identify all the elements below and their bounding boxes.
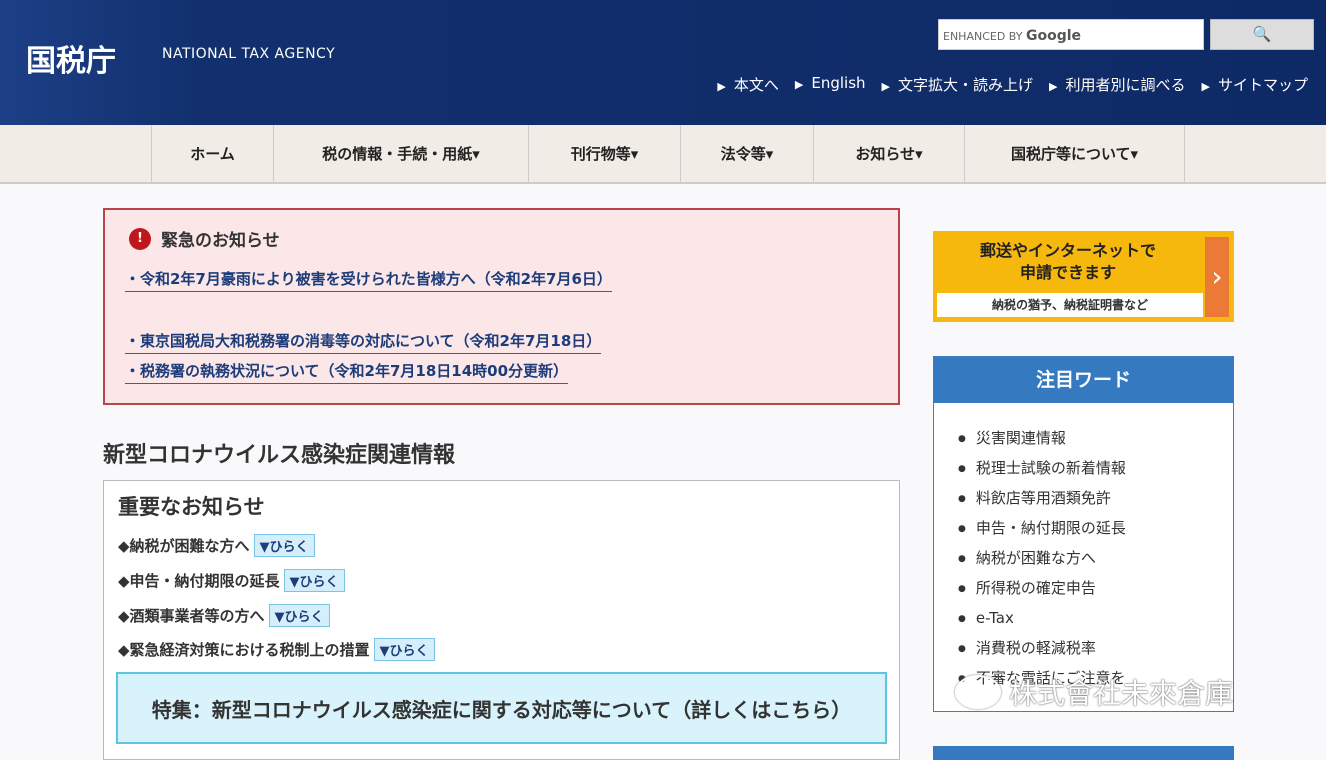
site-logo-en: NATIONAL TAX AGENCY: [162, 46, 335, 62]
nav-tax-info[interactable]: 税の情報・手続・用紙▾: [273, 125, 528, 182]
utility-links: ▶本文へ ▶English ▶文字拡大・読み上げ ▶利用者別に調べる ▶サイトマ…: [717, 74, 1308, 95]
main-nav: ホーム 税の情報・手続・用紙▾ 刊行物等▾ 法令等▾ お知らせ▾ 国税庁等につい…: [0, 125, 1326, 184]
expand-button[interactable]: ▼ひらく: [284, 569, 345, 592]
nav-publications[interactable]: 刊行物等▾: [528, 125, 680, 182]
alert-title: 緊急のお知らせ: [161, 226, 280, 251]
wechat-icon: [955, 675, 1001, 709]
word-link[interactable]: 料飲店等用酒類免許: [958, 483, 1233, 513]
feature-link[interactable]: 特集：新型コロナウイルス感染症に関する対応等について（詳しくはこちら）: [116, 672, 887, 744]
notice-item: ◆申告・納付期限の延長: [118, 570, 280, 591]
nav-about[interactable]: 国税庁等について▾: [964, 125, 1185, 182]
site-header: 国税庁 NATIONAL TAX AGENCY ENHANCED BY Goog…: [0, 0, 1326, 125]
alert-link[interactable]: ・東京国税局大和税務署の消毒等の対応について（令和2年7月18日）: [125, 330, 601, 354]
util-link-english[interactable]: ▶English: [795, 74, 866, 95]
notice-item: ◆酒類事業者等の方へ: [118, 605, 265, 626]
alert-link[interactable]: ・令和2年7月豪雨により被害を受けられた皆様方へ（令和2年7月6日）: [125, 268, 612, 292]
util-link-sitemap[interactable]: ▶サイトマップ: [1202, 74, 1308, 95]
alert-link[interactable]: ・税務署の執務状況について（令和2年7月18日14時00分更新）: [125, 360, 568, 384]
word-link[interactable]: 税理士試験の新着情報: [958, 453, 1233, 483]
important-notices: 重要なお知らせ ◆納税が困難な方へ▼ひらく ◆申告・納付期限の延長▼ひらく ◆酒…: [103, 480, 900, 760]
word-link[interactable]: e-Tax: [958, 603, 1233, 633]
watermark: 株式會社未來倉庫: [955, 672, 1233, 712]
watermark-text: 株式會社未來倉庫: [1009, 672, 1233, 712]
search-button[interactable]: 🔍: [1210, 19, 1314, 50]
featured-words-title: 注目ワード: [934, 357, 1233, 403]
sidebar-next-section: [933, 746, 1234, 760]
banner-title: 申請できます: [933, 262, 1203, 284]
util-link-by-user[interactable]: ▶利用者別に調べる: [1049, 74, 1185, 95]
banner-title: 郵送やインターネットで: [933, 240, 1203, 262]
chevron-right-icon: ›: [1205, 237, 1229, 317]
site-logo[interactable]: 国税庁: [26, 36, 116, 80]
word-link[interactable]: 申告・納付期限の延長: [958, 513, 1233, 543]
featured-words: 注目ワード 災害関連情報 税理士試験の新着情報 料飲店等用酒類免許 申告・納付期…: [933, 356, 1234, 712]
notice-item: ◆緊急経済対策における税制上の措置: [118, 639, 370, 660]
search-placeholder: ENHANCED BY: [943, 30, 1022, 43]
online-application-banner[interactable]: 郵送やインターネットで申請できます 納税の猶予、納税証明書など ›: [933, 231, 1234, 322]
nav-notices[interactable]: お知らせ▾: [813, 125, 964, 182]
word-link[interactable]: 所得税の確定申告: [958, 573, 1233, 603]
alert-icon: !: [129, 228, 151, 250]
box-title: 重要なお知らせ: [118, 491, 265, 521]
expand-button[interactable]: ▼ひらく: [269, 604, 330, 627]
notice-item: ◆納税が困難な方へ: [118, 535, 250, 556]
word-link[interactable]: 消費税の軽減税率: [958, 633, 1233, 663]
util-link-accessibility[interactable]: ▶文字拡大・読み上げ: [882, 74, 1033, 95]
nav-home[interactable]: ホーム: [151, 125, 273, 182]
expand-button[interactable]: ▼ひらく: [374, 638, 435, 661]
expand-button[interactable]: ▼ひらく: [254, 534, 315, 557]
google-brand: Google: [1026, 28, 1081, 44]
banner-subtitle: 納税の猶予、納税証明書など: [937, 293, 1203, 317]
nav-laws[interactable]: 法令等▾: [680, 125, 813, 182]
word-link[interactable]: 納税が困難な方へ: [958, 543, 1233, 573]
emergency-notice: ! 緊急のお知らせ ・令和2年7月豪雨により被害を受けられた皆様方へ（令和2年7月…: [103, 208, 900, 405]
word-link[interactable]: 災害関連情報: [958, 423, 1233, 453]
corona-heading: 新型コロナウイルス感染症関連情報: [103, 437, 455, 469]
util-link-main[interactable]: ▶本文へ: [717, 74, 778, 95]
search-input[interactable]: ENHANCED BY Google: [938, 19, 1204, 50]
